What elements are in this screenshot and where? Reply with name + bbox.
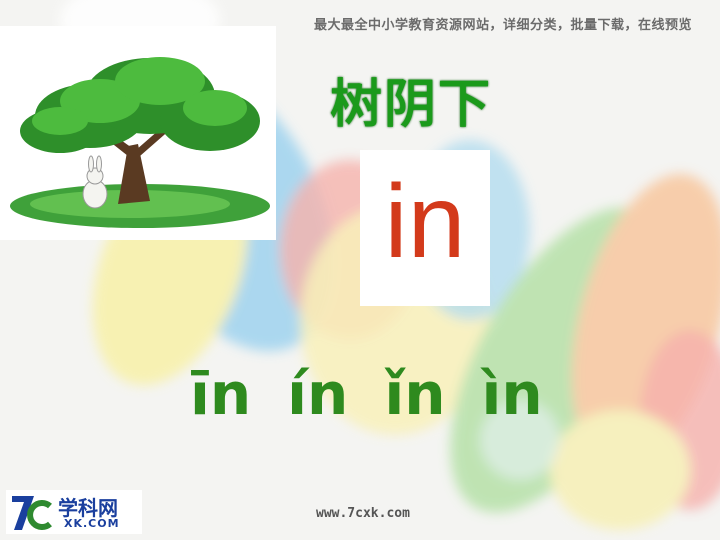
tree-illustration — [0, 26, 276, 240]
slide: 最大最全中小学教育资源网站，详细分类，批量下载，在线预览 树阴下 in īn í… — [0, 0, 720, 540]
rabbit-icon — [82, 155, 108, 209]
tone-1: īn — [190, 360, 252, 428]
tone-2: ín — [287, 360, 349, 428]
header-text: 最大最全中小学教育资源网站，详细分类，批量下载，在线预览 — [313, 18, 692, 33]
tone-list: īn ín ǐn ìn — [190, 360, 543, 428]
logo-mark-icon — [12, 496, 52, 530]
footer-url[interactable]: www.7cxk.com — [316, 506, 410, 521]
tree-icon — [10, 57, 270, 228]
logo[interactable]: 学科网 XK.COM — [6, 490, 142, 534]
tone-4: ìn — [481, 360, 543, 428]
syllable-card: in — [360, 150, 490, 306]
page-title: 树阴下 — [330, 75, 493, 135]
tone-3: ǐn — [384, 360, 446, 428]
syllable-text: in — [384, 164, 466, 280]
logo-sub: XK.COM — [64, 517, 120, 530]
